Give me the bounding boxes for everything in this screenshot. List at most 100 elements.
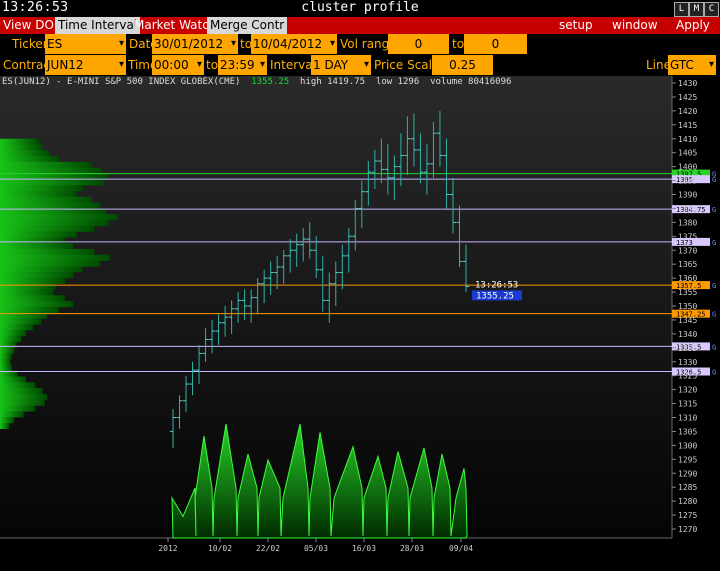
profile-bar [0, 161, 92, 169]
low-text: low 1296 [375, 77, 420, 87]
profile-bar [0, 359, 11, 366]
profile-bar [0, 399, 45, 406]
y-tick-label: 1295 [678, 455, 697, 464]
y-tick-label: 1430 [678, 79, 697, 88]
y-tick-label: 1380 [678, 218, 697, 227]
window-title: cluster profile [301, 0, 419, 15]
profile-bar [0, 196, 92, 203]
y-tick-label: 1290 [678, 469, 697, 478]
price-line-flag: G [712, 206, 716, 214]
vol-from-input[interactable]: 0 [388, 34, 449, 54]
y-tick-label: 1360 [678, 274, 697, 283]
volume-text: volume 80416096 [430, 77, 512, 87]
profile-bar [0, 202, 101, 209]
y-tick-label: 1375 [678, 232, 697, 241]
y-tick-label: 1395 [678, 177, 697, 186]
menu-window[interactable]: window [609, 17, 661, 34]
price-line-flag: G [712, 369, 716, 377]
x-tick-label: 2012 [158, 544, 177, 553]
date-to-select[interactable]: 10/04/2012 [251, 34, 337, 54]
profile-bar [0, 243, 74, 250]
y-tick-label: 1355 [678, 288, 697, 297]
profile-bar [0, 219, 109, 227]
profile-bar [0, 306, 59, 313]
price-scale-input[interactable]: 0.25 [432, 55, 493, 75]
y-tick-label: 1400 [678, 163, 697, 172]
profile-bar [0, 237, 65, 244]
profile-bar [0, 324, 33, 331]
y-tick-label: 1405 [678, 149, 697, 158]
window-button-l[interactable]: L [674, 2, 689, 17]
y-tick-label: 1420 [678, 107, 697, 116]
y-tick-label: 1415 [678, 121, 697, 130]
y-tick-label: 1270 [678, 525, 697, 534]
profile-bar [0, 225, 95, 232]
window-button-m[interactable]: M [689, 2, 704, 17]
last-price: 1355.25 [251, 77, 290, 87]
cursor-time: 13:26:53 [475, 280, 518, 290]
price-cursor: 13:26:531355.25 [472, 280, 522, 301]
x-tick-label: 22/02 [256, 544, 280, 553]
profile-bar [0, 185, 83, 192]
profile-bar [0, 301, 74, 308]
profile-bar [0, 214, 118, 221]
profile-bar [0, 266, 83, 273]
profile-bar [0, 289, 54, 296]
profile-bar [0, 295, 65, 302]
window-button-c[interactable]: C [704, 2, 719, 17]
profile-bar [0, 254, 110, 261]
y-tick-label: 1330 [678, 358, 697, 367]
price-line-flag: G [712, 239, 716, 247]
y-tick-label: 1325 [678, 372, 697, 381]
y-tick-label: 1300 [678, 441, 697, 450]
price-chart[interactable]: 1397.5 G1395 G1384.75 G1373 G1357.5 G1347.25 G… [0, 76, 720, 571]
date-from-select[interactable]: 30/01/2012 [152, 34, 238, 54]
price-line-flag: G [712, 311, 716, 319]
profile-bar [0, 277, 65, 285]
x-axis-labels: 2012 10/02 22/02 05/03 16/03 28/03 09/04 [158, 538, 473, 553]
symbol-text: ES(JUN12) - E-MINI S&P 500 INDEX GLOBEX(… [2, 77, 241, 87]
y-tick-label: 1280 [678, 497, 697, 506]
contract-select[interactable]: JUN12 [45, 55, 126, 75]
interval-label: Interval [270, 58, 316, 72]
menu-setup[interactable]: setup [556, 17, 596, 34]
chart-info-line: ES(JUN12) - E-MINI S&P 500 INDEX GLOBEX(… [2, 77, 511, 87]
y-tick-label: 1425 [678, 93, 697, 102]
y-tick-label: 1285 [678, 483, 697, 492]
y-tick-label: 1350 [678, 302, 697, 311]
vol-to-label: to [452, 37, 465, 51]
x-tick-label: 09/04 [449, 544, 473, 553]
chart-background [0, 76, 672, 538]
profile-bar [0, 144, 43, 151]
high-text: high 1419.75 [300, 77, 366, 87]
profile-bar [0, 272, 74, 279]
menu-apply[interactable]: Apply [673, 17, 713, 34]
y-tick-label: 1385 [678, 204, 697, 213]
ticker-select[interactable]: ES [45, 34, 126, 54]
interval-select[interactable]: 1 DAY [311, 55, 371, 75]
y-tick-label: 1390 [678, 191, 697, 200]
menu-merge-contr[interactable]: Merge Contr [207, 17, 288, 34]
profile-bar [0, 318, 42, 325]
line-select[interactable]: GTC [668, 55, 716, 75]
y-tick-label: 1305 [678, 427, 697, 436]
profile-bar [0, 417, 15, 424]
y-tick-label: 1365 [678, 260, 697, 269]
profile-bar [0, 179, 104, 186]
time-to-select[interactable]: 23:59 [218, 55, 267, 75]
profile-bar [0, 330, 26, 337]
vol-to-input[interactable]: 0 [464, 34, 527, 54]
x-tick-label: 10/02 [208, 544, 232, 553]
profile-bar [0, 376, 26, 383]
profile-bar [0, 353, 12, 360]
y-tick-label: 1370 [678, 246, 697, 255]
y-tick-label: 1340 [678, 330, 697, 339]
x-tick-label: 28/03 [400, 544, 424, 553]
time-from-select[interactable]: 00:00 [152, 55, 204, 75]
price-line-flag: G [712, 176, 716, 184]
profile-bar [0, 150, 50, 157]
price-scale-label: Price Scale [374, 58, 440, 72]
y-tick-label: 1310 [678, 414, 697, 423]
profile-bar [0, 167, 102, 174]
menu-time-interval[interactable]: Time Interval [55, 17, 141, 34]
